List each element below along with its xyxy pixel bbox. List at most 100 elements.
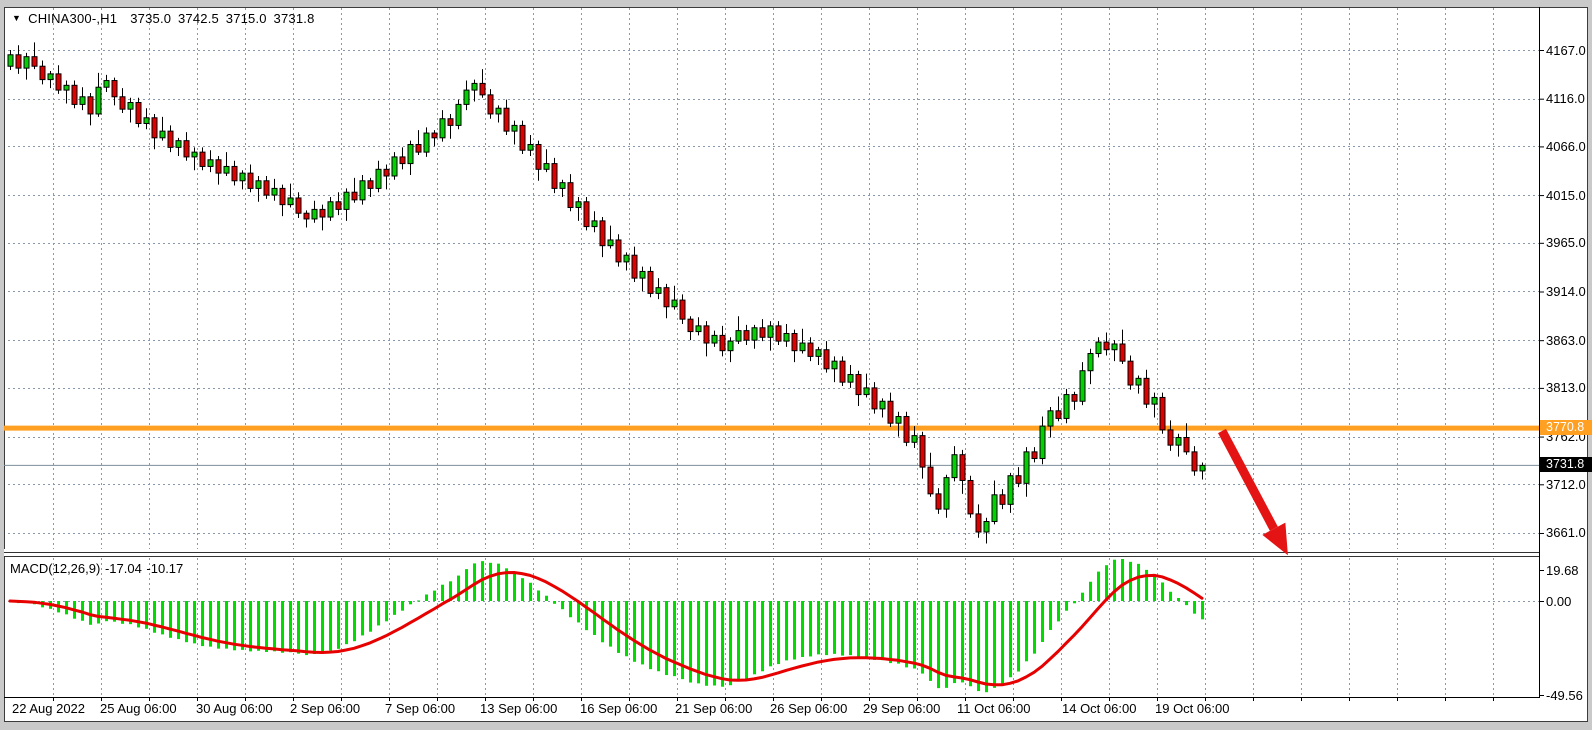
candle-body — [1136, 378, 1141, 385]
macd-histogram-bar — [801, 601, 804, 657]
candle-body — [480, 83, 485, 94]
macd-histogram-bar — [281, 601, 284, 653]
candle-body — [1048, 411, 1053, 426]
candle-body — [712, 335, 717, 343]
candle-body — [968, 480, 973, 513]
candle-body — [736, 331, 741, 341]
candle-body — [24, 57, 29, 68]
macd-histogram-bar — [745, 601, 748, 679]
candle-body — [1032, 452, 1037, 459]
candle-body — [264, 181, 269, 195]
candle-body — [1200, 465, 1205, 471]
macd-histogram-bar — [337, 601, 340, 649]
macd-histogram-bar — [897, 601, 900, 664]
candle-body — [72, 85, 77, 104]
candle-body — [176, 141, 181, 148]
time-axis-label: 13 Sep 06:00 — [480, 701, 557, 716]
candle-body — [336, 202, 341, 210]
candle-body — [928, 467, 933, 494]
chart-canvas[interactable] — [0, 0, 1592, 730]
candle-body — [368, 181, 373, 189]
macd-histogram-bar — [1049, 601, 1052, 630]
candle-body — [552, 164, 557, 189]
candle-body — [152, 118, 157, 138]
candle-body — [344, 192, 349, 209]
candle-body — [240, 173, 245, 181]
candle-body — [704, 326, 709, 343]
macd-indicator-label: MACD(12,26,9) -17.04 -10.17 — [10, 561, 183, 576]
candle-body — [392, 157, 397, 176]
candle-body — [160, 131, 165, 138]
macd-histogram-bar — [345, 601, 348, 644]
candle-body — [896, 417, 901, 424]
candle-body — [1192, 452, 1197, 471]
candle-body — [1144, 378, 1149, 404]
candle-body — [472, 83, 477, 90]
candle-body — [840, 361, 845, 382]
price-axis-label: 3712.0 — [1546, 477, 1586, 492]
macd-histogram-bar — [633, 601, 636, 662]
symbol-dropdown-icon[interactable]: ▼ — [12, 12, 21, 25]
chart-title[interactable]: ▼ CHINA300-,H1 3735.0 3742.5 3715.0 3731… — [12, 11, 315, 26]
candle-body — [496, 108, 501, 114]
macd-histogram-bar — [529, 583, 532, 601]
time-axis-label: 26 Sep 06:00 — [770, 701, 847, 716]
candle-body — [1040, 426, 1045, 458]
macd-histogram-bar — [241, 601, 244, 650]
time-axis-label: 16 Sep 06:00 — [580, 701, 657, 716]
symbol-period-label: CHINA300-,H1 — [28, 11, 117, 26]
candle-body — [584, 202, 589, 227]
macd-histogram-bar — [777, 601, 780, 664]
candle-body — [16, 55, 21, 68]
candle-body — [992, 495, 997, 522]
macd-histogram-bar — [881, 601, 884, 660]
macd-histogram-bar — [1057, 601, 1060, 621]
candle-body — [192, 152, 197, 157]
price-axis-label: 3914.0 — [1546, 284, 1586, 299]
candle-body — [944, 478, 949, 509]
candle-body — [664, 288, 669, 307]
ohlc-values: 3735.0 3742.5 3715.0 3731.8 — [130, 11, 314, 26]
macd-histogram-bar — [497, 564, 500, 601]
candle-body — [1152, 397, 1157, 404]
candle-body — [376, 169, 381, 188]
candle-body — [32, 57, 37, 67]
macd-histogram-bar — [769, 601, 772, 666]
macd-histogram-bar — [865, 601, 868, 657]
macd-histogram-bar — [649, 601, 652, 669]
candle-body — [1128, 361, 1133, 385]
macd-histogram-bar — [641, 601, 644, 664]
macd-histogram-bar — [673, 601, 676, 676]
time-axis-label: 2 Sep 06:00 — [290, 701, 360, 716]
candle-body — [272, 188, 277, 195]
candle-body — [528, 144, 533, 150]
resistance-price-badge: 3770.8 — [1540, 420, 1592, 435]
time-axis-label: 29 Sep 06:00 — [863, 701, 940, 716]
candle-body — [912, 436, 917, 443]
candle-body — [672, 300, 677, 307]
macd-histogram-bar — [97, 601, 100, 624]
candle-body — [432, 133, 437, 138]
macd-histogram-bar — [1001, 601, 1004, 685]
macd-histogram-bar — [553, 601, 556, 604]
candle-body — [744, 331, 749, 341]
candle-body — [568, 183, 573, 208]
macd-axis-label: 19.68 — [1546, 563, 1579, 578]
macd-histogram-bar — [185, 601, 188, 642]
candle-body — [856, 375, 861, 395]
candle-body — [808, 343, 813, 356]
candle-body — [304, 213, 309, 219]
candle-body — [1064, 395, 1069, 419]
candle-body — [792, 333, 797, 350]
time-axis-label: 7 Sep 06:00 — [385, 701, 455, 716]
candle-body — [616, 240, 621, 262]
macd-histogram-bar — [961, 601, 964, 682]
candle-body — [872, 388, 877, 409]
candle-body — [816, 350, 821, 357]
macd-histogram-bar — [913, 601, 916, 669]
macd-histogram-bar — [1073, 601, 1076, 603]
candle-body — [504, 108, 509, 131]
candle-body — [1056, 411, 1061, 419]
macd-histogram-bar — [1105, 565, 1108, 601]
candle-body — [576, 202, 581, 208]
